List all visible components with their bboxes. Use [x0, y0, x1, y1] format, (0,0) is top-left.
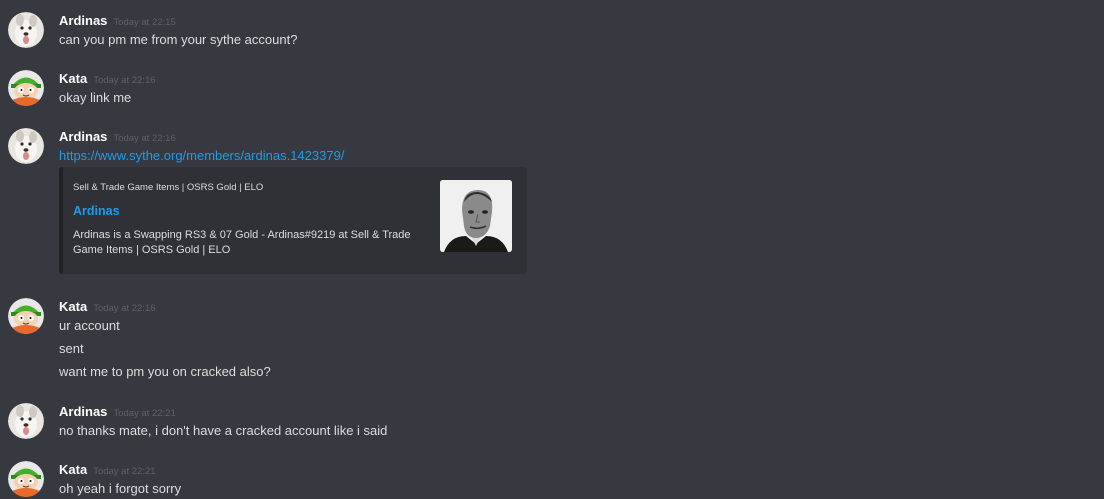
timestamp: Today at 22:16: [93, 303, 156, 314]
message-text: sent: [59, 341, 84, 356]
profile-photo-thumbnail[interactable]: [440, 180, 512, 252]
kyle-avatar-icon[interactable]: [8, 461, 44, 497]
username[interactable]: Ardinas: [59, 404, 107, 419]
message-header: Kata Today at 22:21: [59, 461, 156, 479]
kyle-avatar-icon[interactable]: [8, 70, 44, 106]
username[interactable]: Kata: [59, 462, 87, 477]
embed-title[interactable]: Ardinas: [73, 204, 120, 218]
message-header: Kata Today at 22:16: [59, 298, 156, 316]
embed-provider[interactable]: Sell & Trade Game Items | OSRS Gold | EL…: [73, 182, 263, 193]
dog-avatar-icon[interactable]: [8, 12, 44, 48]
username[interactable]: Kata: [59, 71, 87, 86]
timestamp: Today at 22:16: [113, 133, 176, 144]
username[interactable]: Ardinas: [59, 13, 107, 28]
chat-messages: Ardinas Today at 22:15 can you pm me from…: [0, 0, 1104, 499]
message-text: ur account: [59, 318, 120, 333]
dog-avatar-icon[interactable]: [8, 128, 44, 164]
message-text: want me to pm you on cracked also?: [59, 364, 271, 379]
username[interactable]: Ardinas: [59, 129, 107, 144]
timestamp: Today at 22:16: [93, 75, 156, 86]
dog-avatar-icon[interactable]: [8, 403, 44, 439]
message-link[interactable]: https://www.sythe.org/members/ardinas.14…: [59, 148, 344, 163]
embed-description: Ardinas is a Swapping RS3 & 07 Gold - Ar…: [73, 229, 411, 256]
timestamp: Today at 22:21: [113, 408, 176, 419]
message-text: can you pm me from your sythe account?: [59, 32, 298, 47]
message-text: oh yeah i forgot sorry: [59, 481, 182, 496]
link-embed: Sell & Trade Game Items | OSRS Gold | EL…: [59, 167, 527, 274]
timestamp: Today at 22:15: [113, 17, 176, 28]
message-header: Ardinas Today at 22:16: [59, 128, 176, 146]
message-header: Ardinas Today at 22:21: [59, 403, 176, 421]
message-header: Kata Today at 22:16: [59, 70, 156, 88]
message-text: no thanks mate, i don't have a cracked a…: [59, 423, 388, 438]
message-header: Ardinas Today at 22:15: [59, 12, 176, 30]
timestamp: Today at 22:21: [93, 466, 156, 477]
kyle-avatar-icon[interactable]: [8, 298, 44, 334]
username[interactable]: Kata: [59, 299, 87, 314]
message-text: okay link me: [59, 90, 132, 105]
